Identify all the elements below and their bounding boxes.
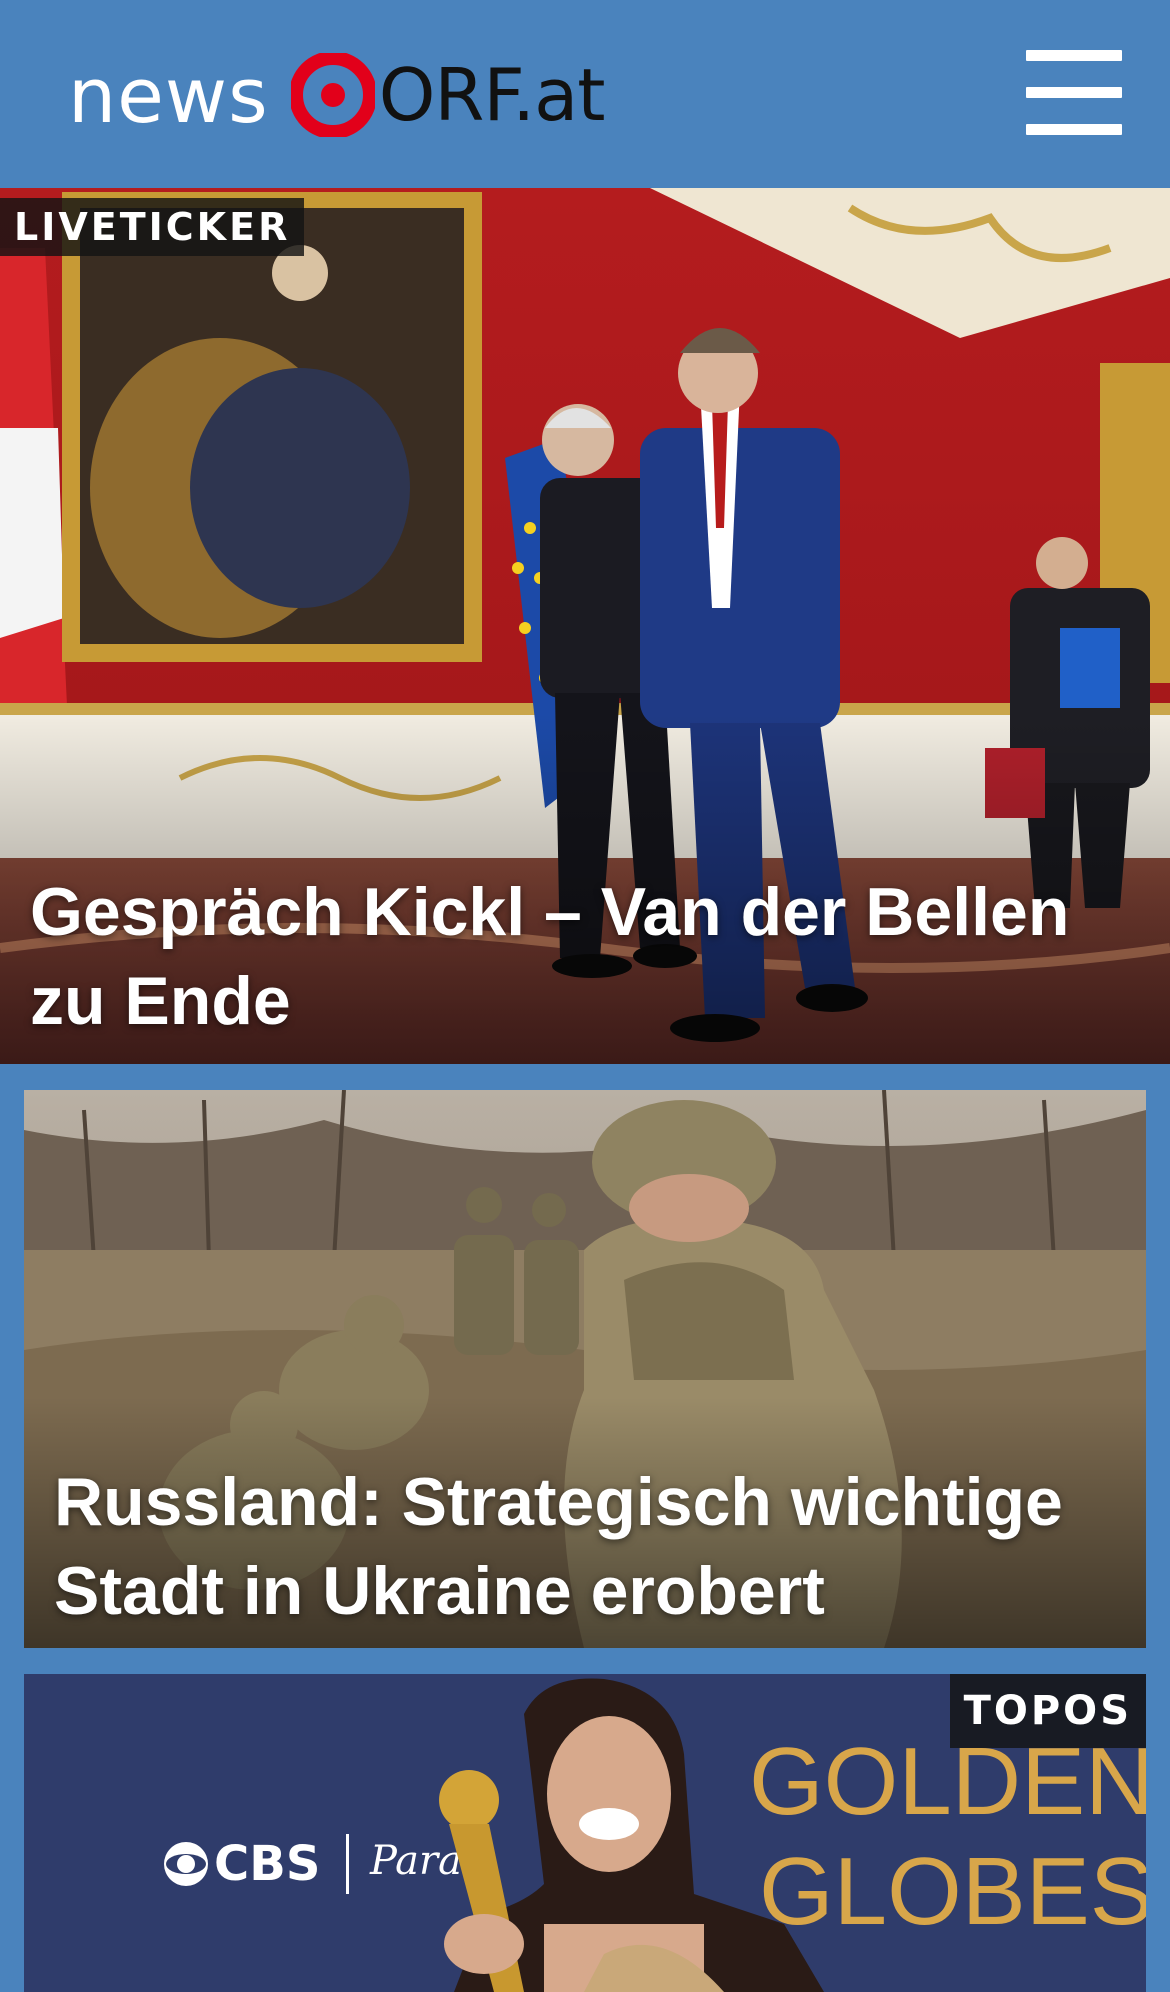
liveticker-badge: LIVETICKER <box>0 198 305 256</box>
story-card-liveticker[interactable]: LIVETICKER Gespräch Kickl – Van der Bell… <box>0 188 1170 1064</box>
story-headline[interactable]: Russland: Strategisch wichtige Stadt in … <box>54 1458 1134 1636</box>
hamburger-menu-icon[interactable] <box>1020 50 1122 136</box>
story-card-ukraine[interactable]: Russland: Strategisch wichtige Stadt in … <box>24 1090 1146 1648</box>
svg-text:Para: Para <box>369 1838 462 1884</box>
app-header: news ORF.at <box>0 0 1170 188</box>
logo-orf-text: ORF.at <box>378 53 606 137</box>
cbs-logo-text: CBS <box>214 1836 320 1892</box>
logo-news-text: news <box>68 50 269 140</box>
topos-badge: TOPOS <box>949 1674 1146 1748</box>
story-card-topos[interactable]: CBS Para GOLDEN GLOBES TOPOS <box>24 1674 1146 1992</box>
orf-logo[interactable]: news ORF.at <box>68 50 606 140</box>
story-headline[interactable]: Gespräch Kickl – Van der Bellen zu Ende <box>30 868 1140 1046</box>
orf-target-icon <box>290 53 375 137</box>
golden-globes-text-2: GLOBES <box>759 1838 1146 1945</box>
